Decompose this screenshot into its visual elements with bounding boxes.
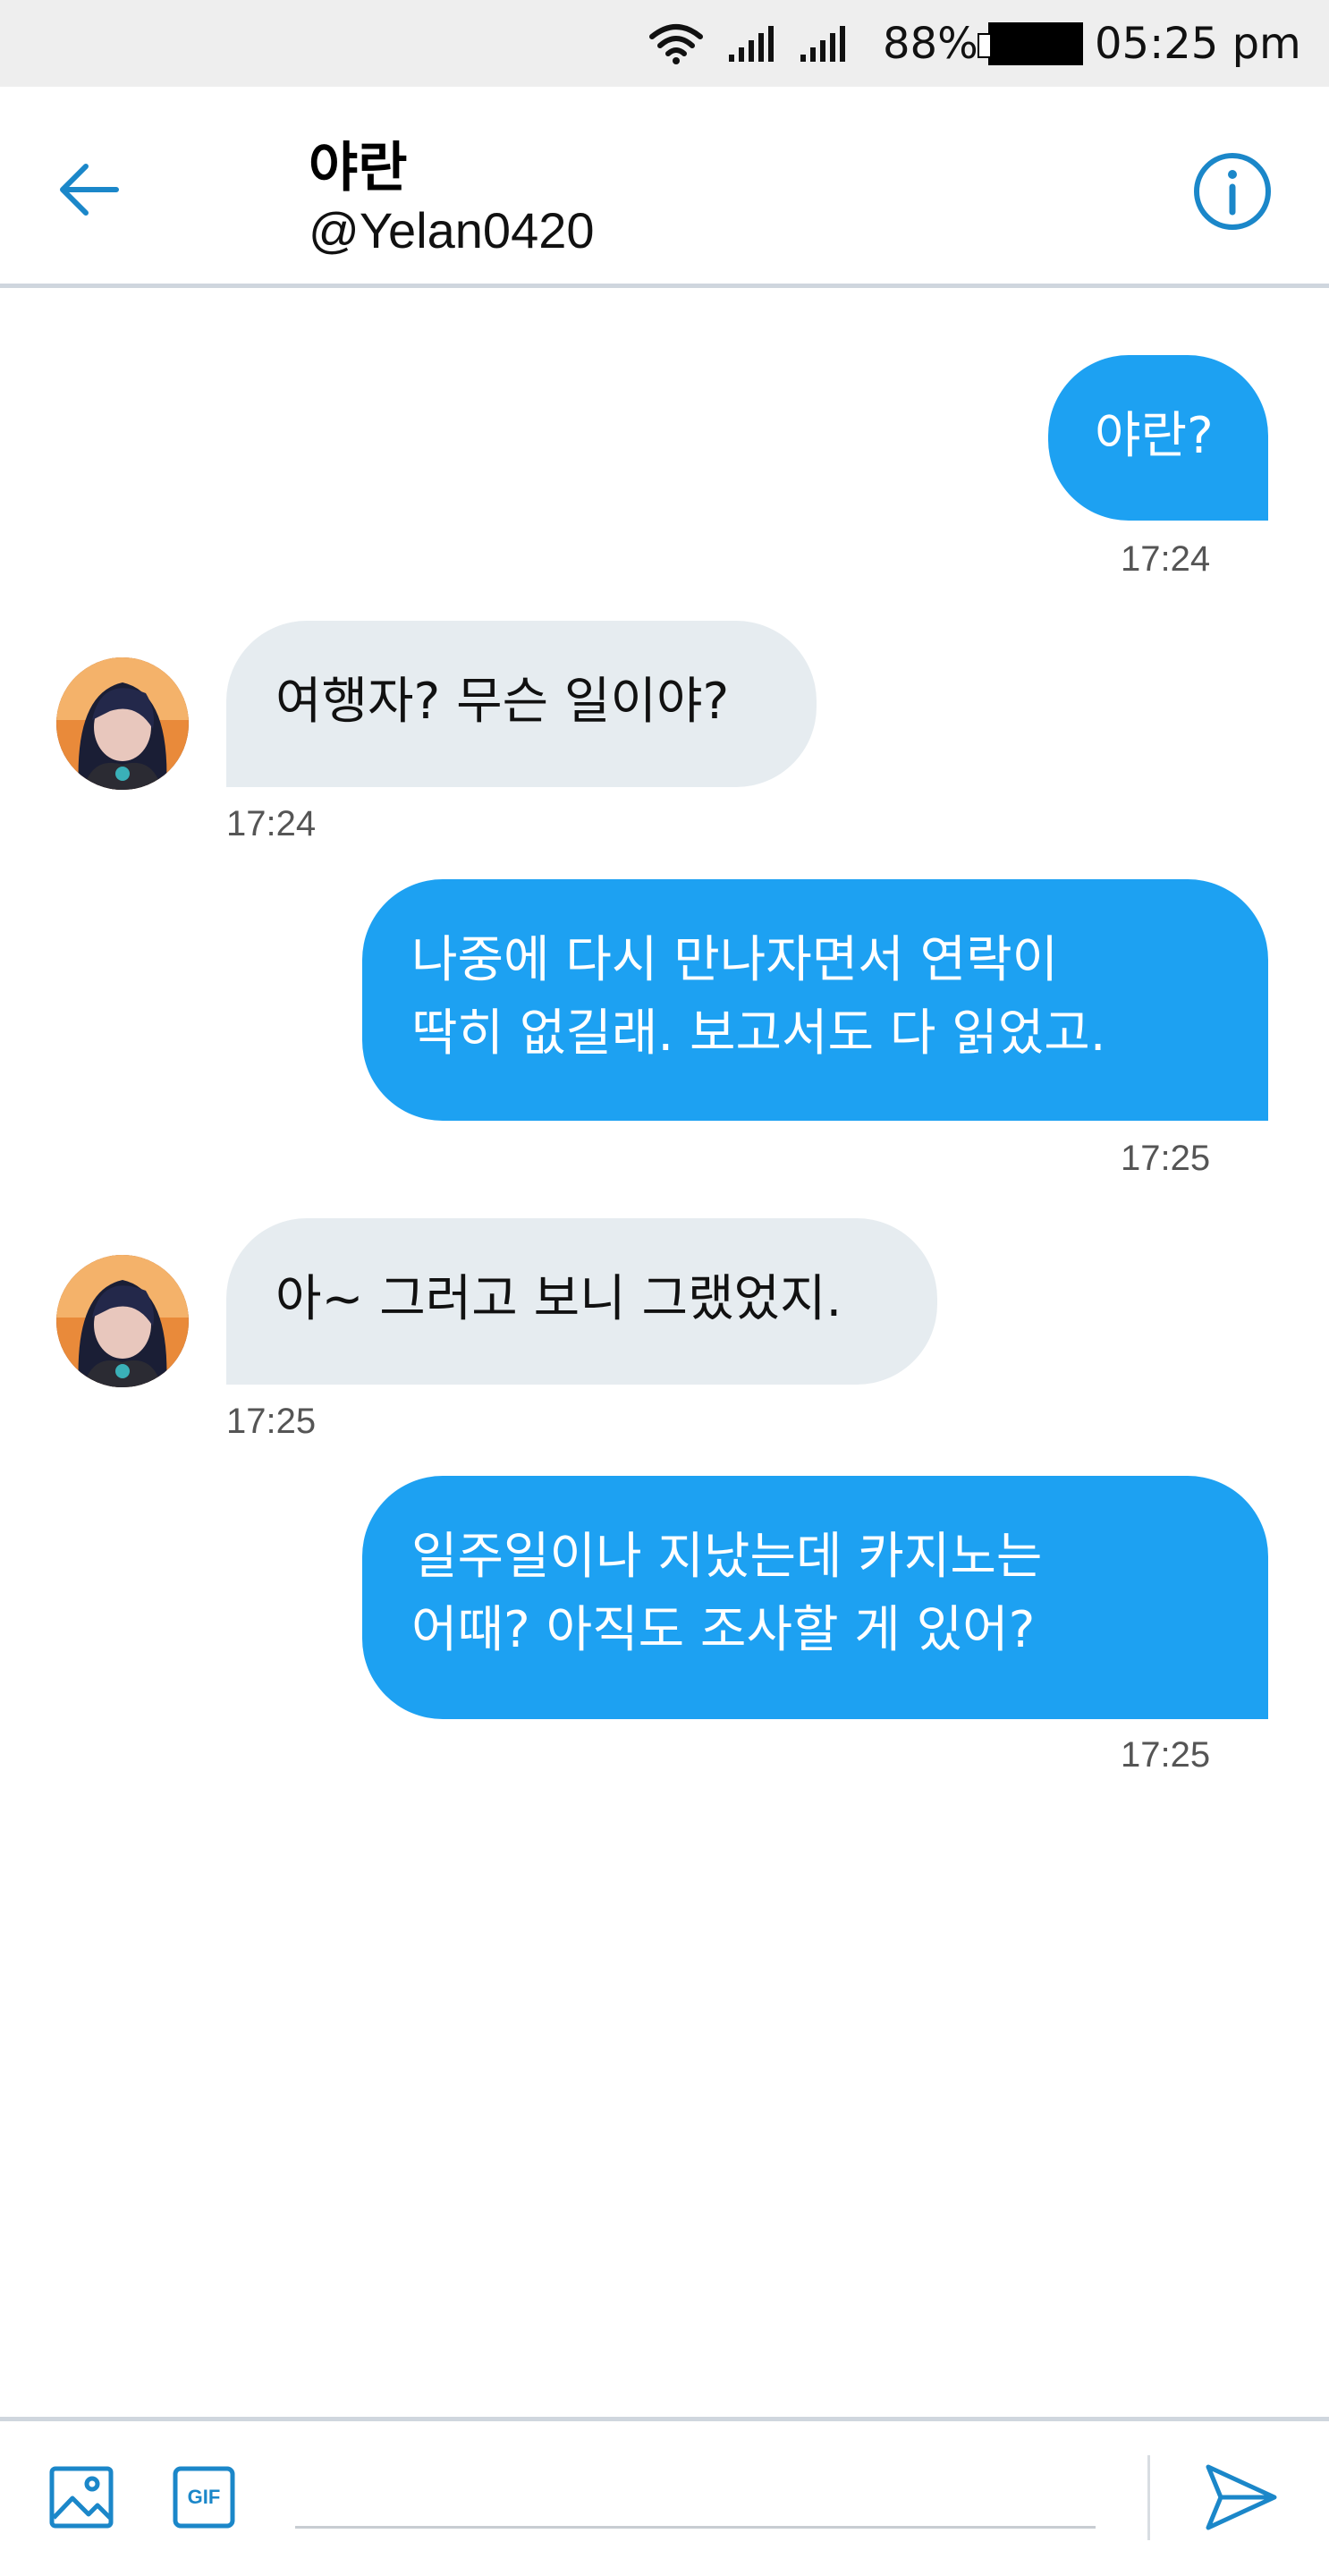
message-bubble-incoming[interactable]: 아~ 그러고 보니 그랬었지.: [226, 1218, 937, 1385]
add-gif-button[interactable]: GIF: [173, 2466, 235, 2529]
avatar[interactable]: [56, 1255, 189, 1387]
message-timestamp: 17:24: [226, 804, 317, 843]
message-bubble-outgoing[interactable]: 나중에 다시 만나자면서 연락이 딱히 없길래. 보고서도 다 읽었고.: [362, 879, 1268, 1121]
message-bubble-outgoing[interactable]: 일주일이나 지났는데 카지노는 어때? 아직도 조사할 게 있어?: [362, 1476, 1268, 1719]
message-composer: GIF: [0, 2417, 1329, 2576]
gif-label: GIF: [187, 2486, 221, 2508]
battery-icon: [978, 0, 1083, 87]
conversation-header: 야란 @Yelan0420: [0, 87, 1329, 288]
image-icon: [49, 2466, 114, 2529]
message-bubble-outgoing[interactable]: 야란?: [1048, 355, 1268, 521]
send-button[interactable]: [1203, 2462, 1279, 2533]
contact-handle[interactable]: @Yelan0420: [309, 201, 595, 259]
info-icon: [1194, 153, 1271, 230]
back-arrow-icon: [60, 164, 119, 216]
message-timestamp: 17:24: [1121, 539, 1211, 579]
wifi-icon: [648, 0, 704, 87]
message-timestamp: 17:25: [1121, 1735, 1211, 1775]
status-bar: 88% 05:25 pm: [0, 0, 1329, 87]
avatar[interactable]: [56, 657, 189, 790]
message-timestamp: 17:25: [1121, 1139, 1211, 1178]
contact-name[interactable]: 야란: [309, 124, 407, 202]
back-button[interactable]: [54, 158, 125, 221]
cell-signal-icon: [800, 0, 845, 87]
cell-signal-icon: [729, 0, 774, 87]
battery-percent: 88%: [883, 18, 978, 69]
message-timestamp: 17:25: [226, 1402, 317, 1441]
send-icon: [1206, 2464, 1277, 2530]
message-input[interactable]: [295, 2457, 1096, 2529]
composer-divider: [1147, 2455, 1150, 2540]
info-button[interactable]: [1192, 151, 1273, 232]
status-time: 05:25 pm: [1095, 18, 1301, 69]
add-photo-button[interactable]: [49, 2466, 114, 2529]
dm-conversation-screen: 88% 05:25 pm 야란 @Yelan0420 야란? 17:24 여행자…: [0, 0, 1329, 2576]
message-bubble-incoming[interactable]: 여행자? 무슨 일이야?: [226, 621, 817, 787]
